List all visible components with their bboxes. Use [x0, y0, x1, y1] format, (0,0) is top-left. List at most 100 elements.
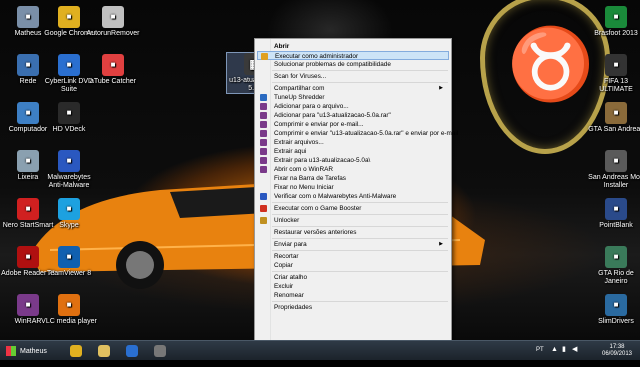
- menu-item-recortar[interactable]: Recortar: [257, 252, 449, 261]
- desktop-icon-malwarebytes-anti-malware[interactable]: ■ Malwarebytes Anti-Malware: [41, 150, 97, 190]
- clock-date: 06/09/2013: [601, 351, 633, 357]
- desktop-icon-hd-vdeck[interactable]: ■ HD VDeck: [41, 102, 97, 134]
- winrar-icon: [260, 121, 267, 128]
- network-icon: ■: [17, 54, 39, 76]
- autorun-remover-icon: ■: [102, 6, 124, 28]
- camera-taskbar-button[interactable]: [148, 343, 172, 359]
- menu-item-abrir[interactable]: Abrir: [257, 42, 449, 51]
- menu-item-enviar-para[interactable]: Enviar para ▶: [257, 240, 449, 249]
- menu-item-comprimir-e-enviar-por-e-mail[interactable]: Comprimir e enviar por e-mail...: [257, 120, 449, 129]
- menu-item-label: Renomear: [274, 292, 304, 299]
- explorer-taskbar-button[interactable]: [92, 343, 116, 359]
- menu-item-solucionar-problemas-de-compatibilidade[interactable]: Solucionar problemas de compatibilidade: [257, 60, 449, 69]
- menu-separator: [272, 226, 448, 227]
- desktop-icon-label: Skype: [59, 222, 79, 229]
- clock[interactable]: 17:38 06/09/2013: [600, 344, 634, 364]
- menu-item-scan-for-viruses[interactable]: Scan for Viruses...: [257, 72, 449, 81]
- desktop-icon-label: Matheus: [14, 30, 42, 37]
- media-player-taskbar-icon: [126, 345, 138, 357]
- menu-item-extrair-aqui[interactable]: Extrair aqui: [257, 147, 449, 156]
- menu-item-label: Enviar para: [274, 241, 307, 248]
- start-button[interactable]: Matheus: [2, 343, 64, 359]
- menu-item-abrir-com-o-winrar[interactable]: Abrir com o WinRAR: [257, 165, 449, 174]
- desktop-icon-gta-san-andreas[interactable]: ■ GTA San Andreas: [588, 102, 640, 134]
- desktop-icon-atube-catcher[interactable]: ■ aTube Catcher: [85, 54, 141, 86]
- desktop-icon-pointblank[interactable]: ■ PointBlank: [588, 198, 640, 230]
- menu-item-label: Verificar com o Malwarebytes Anti-Malwar…: [274, 193, 397, 200]
- windows-logo-icon: [6, 346, 16, 356]
- computer-icon: ■: [17, 102, 39, 124]
- menu-item-label: Recortar: [274, 253, 299, 260]
- volume-tray-icon[interactable]: ◀: [572, 346, 577, 366]
- user-folder-icon: ■: [17, 6, 39, 28]
- menu-item-adicionar-para-o-arquivo[interactable]: Adicionar para o arquivo...: [257, 102, 449, 111]
- chrome-taskbar-button[interactable]: [64, 343, 88, 359]
- menu-item-label: Unlocker: [274, 217, 300, 224]
- desktop-icon-slimdrivers[interactable]: ■ SlimDrivers: [588, 294, 640, 326]
- desktop-icon-autorunremover[interactable]: ■ AutorunRemover: [85, 6, 141, 38]
- menu-item-label: Extrair arquivos...: [274, 139, 324, 146]
- desktop-icon-fifa-13-ultimate[interactable]: ■ FIFA 13 ULTIMATE: [588, 54, 640, 94]
- menu-item-extrair-arquivos[interactable]: Extrair arquivos...: [257, 138, 449, 147]
- recycle-bin-icon: ■: [17, 150, 39, 172]
- desktop-icon-label: PointBlank: [599, 222, 633, 229]
- menu-item-excluir[interactable]: Excluir: [257, 282, 449, 291]
- menu-separator: [272, 202, 448, 203]
- winrar-icon: [260, 166, 267, 173]
- desktop-icon-label: GTA Rio de Janeiro: [598, 270, 634, 285]
- menu-item-executar-como-administrador[interactable]: Executar como administrador: [257, 51, 449, 60]
- game-booster-icon: [260, 205, 267, 212]
- menu-item-verificar-com-o-malwarebytes-anti-malwar[interactable]: Verificar com o Malwarebytes Anti-Malwar…: [257, 192, 449, 201]
- desktop-icon-label: GTA San Andreas: [588, 126, 640, 133]
- menu-item-executar-com-o-game-booster[interactable]: Executar com o Game Booster: [257, 204, 449, 213]
- desktop-icon-skype[interactable]: ■ Skype: [41, 198, 97, 230]
- language-indicator[interactable]: PT: [536, 347, 544, 367]
- desktop-icon-label: TeamViewer 8: [46, 270, 92, 277]
- menu-item-label: Solucionar problemas de compatibilidade: [274, 61, 391, 68]
- unlocker-icon: [260, 217, 267, 224]
- desktop-icon-brasfoot-2013[interactable]: ■ Brasfoot 2013: [588, 6, 640, 38]
- menu-item-adicionar-para-u13-atualizacao-5-0a-rar[interactable]: Adicionar para "u13-atualizacao-5.0a.rar…: [257, 111, 449, 120]
- desktop-icon-teamviewer-8[interactable]: ■ TeamViewer 8: [41, 246, 97, 278]
- menu-item-fixar-na-barra-de-tarefas[interactable]: Fixar na Barra de Tarefas: [257, 174, 449, 183]
- submenu-arrow-icon: ▶: [439, 85, 443, 91]
- menu-item-fixar-no-menu-iniciar[interactable]: Fixar no Menu Iniciar: [257, 183, 449, 192]
- menu-separator: [272, 82, 448, 83]
- menu-item-label: Compartilhar com: [274, 85, 325, 92]
- tuneup-icon: [260, 94, 267, 101]
- malwarebytes-icon: ■: [58, 150, 80, 172]
- winrar-icon: [260, 148, 267, 155]
- skype-icon: ■: [58, 198, 80, 220]
- brasfoot-icon: ■: [605, 6, 627, 28]
- menu-item-label: Copiar: [274, 262, 293, 269]
- fifa-icon: ■: [605, 54, 627, 76]
- menu-item-label: Criar atalho: [274, 274, 308, 281]
- menu-item-tuneup-shredder[interactable]: TuneUp Shredder: [257, 93, 449, 102]
- desktop-icon-gta-rio-de-janeiro[interactable]: ■ GTA Rio de Janeiro: [588, 246, 640, 286]
- desktop-icon-san-andreas-mod-installer[interactable]: ■ San Andreas Mod Installer: [588, 150, 640, 190]
- menu-item-copiar[interactable]: Copiar: [257, 261, 449, 270]
- menu-item-compartilhar-com[interactable]: Compartilhar com ▶: [257, 84, 449, 93]
- desktop-icon-vlc-media-player[interactable]: ■ VLC media player: [41, 294, 97, 326]
- menu-separator: [272, 70, 448, 71]
- desktop-icon-label: WinRAR: [14, 318, 42, 325]
- menu-item-unlocker[interactable]: Unlocker: [257, 216, 449, 225]
- network-tray-icon[interactable]: ▮: [562, 346, 566, 366]
- winrar-icon: [260, 112, 267, 119]
- menu-item-extrair-para-u13-atualizacao-5-0a[interactable]: Extrair para u13-atualizacao-5.0a\: [257, 156, 449, 165]
- desktop-icon-label: FIFA 13 ULTIMATE: [599, 78, 633, 93]
- menu-item-comprimir-e-enviar-u13-atualizacao-5-0a-[interactable]: Comprimir e enviar "u13-atualizacao-5.0a…: [257, 129, 458, 138]
- menu-item-label: Executar com o Game Booster: [274, 205, 362, 212]
- menu-item-criar-atalho[interactable]: Criar atalho: [257, 273, 449, 282]
- desktop-icon-label: SlimDrivers: [598, 318, 634, 325]
- adobe-reader-icon: ■: [17, 246, 39, 268]
- chrome-taskbar-icon: [70, 345, 82, 357]
- menu-separator: [272, 250, 448, 251]
- menu-item-renomear[interactable]: Renomear: [257, 291, 449, 300]
- tray-arrow-icon[interactable]: ▲: [551, 346, 558, 366]
- menu-item-propriedades[interactable]: Propriedades: [257, 303, 449, 312]
- menu-item-restaurar-versoes-anteriores[interactable]: Restaurar versões anteriores: [257, 228, 449, 237]
- menu-item-label: Comprimir e enviar "u13-atualizacao-5.0a…: [274, 130, 459, 137]
- menu-item-label: Fixar na Barra de Tarefas: [274, 175, 346, 182]
- media-player-taskbar-button[interactable]: [120, 343, 144, 359]
